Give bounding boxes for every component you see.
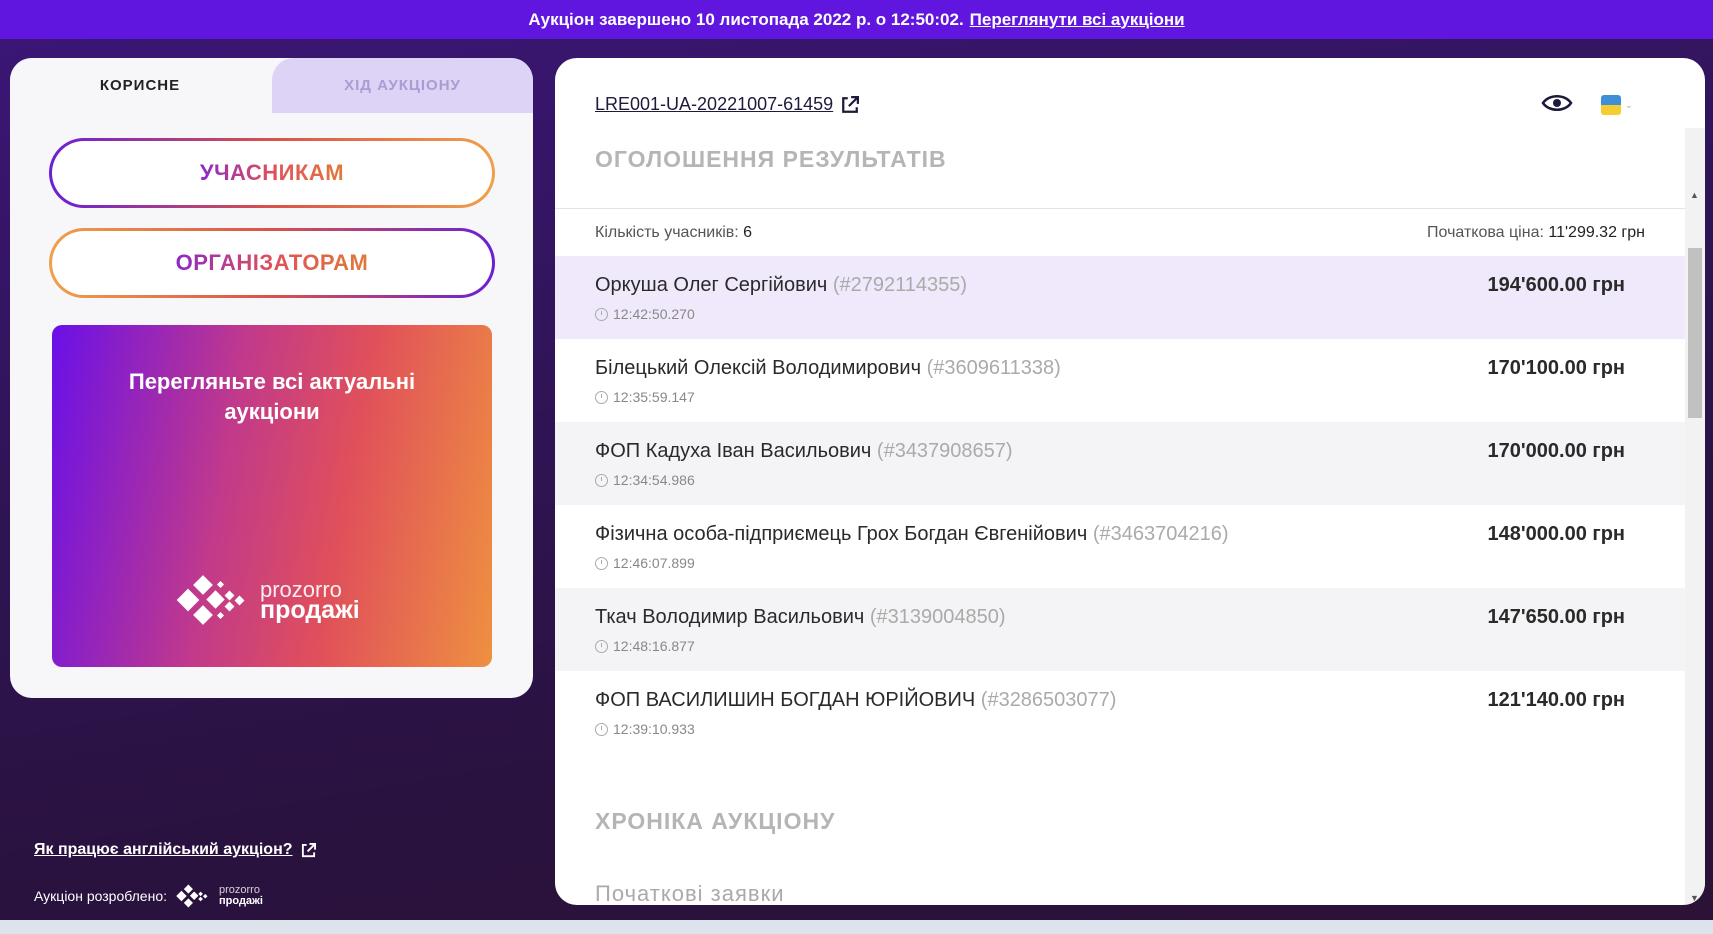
bidder-name: ФОП ВАСИЛИШИН БОГДАН ЮРІЙОВИЧ (#32865030… <box>595 689 1116 712</box>
bidder-name: Оркуша Олег Сергійович (#2792114355) <box>595 274 967 297</box>
scroll-thumb[interactable] <box>1688 248 1702 418</box>
bid-row: Білецький Олексій Володимирович (#360961… <box>555 339 1685 422</box>
lot-id: LRE001-UA-20221007-61459 <box>595 94 834 114</box>
external-link-icon <box>301 842 316 857</box>
bidder-name: Ткач Володимир Васильович (#3139004850) <box>595 606 1006 629</box>
bidder-name-text: Фізична особа-підприємець Грох Богдан Єв… <box>595 523 1088 545</box>
useful-panel: ХІД АУКЦІОНУ КОРИСНЕ УЧАСНИКАМ ОРГАНІЗАТ… <box>10 58 533 698</box>
bid-row: Ткач Володимир Васильович (#3139004850) … <box>555 588 1685 671</box>
initial-bids-title: Початкові заявки <box>595 881 785 905</box>
bid-time: 12:35:59.147 <box>595 389 695 405</box>
prozorro-small-icon <box>176 884 208 908</box>
prozorro-diamonds-icon <box>176 575 245 625</box>
banner-text: Аукціон завершено 10 листопада 2022 р. о… <box>528 9 964 29</box>
bid-amount: 194'600.00 грн <box>1487 274 1625 296</box>
tab-auction-progress[interactable]: ХІД АУКЦІОНУ <box>272 58 533 113</box>
clock-icon <box>595 307 608 321</box>
participants-count: Кількість учасників: 6 <box>595 224 752 242</box>
organizers-button[interactable]: ОРГАНІЗАТОРАМ <box>49 228 495 298</box>
tab-useful[interactable]: КОРИСНЕ <box>10 58 270 113</box>
bid-time-text: 12:35:59.147 <box>613 389 695 405</box>
participants-label: Кількість учасників: <box>595 224 739 241</box>
clock-icon <box>595 639 608 653</box>
english-auction-help-link[interactable]: Як працює англійський аукціон? <box>34 841 316 859</box>
logo-word-1: prozorro <box>260 577 342 602</box>
scroll-up-icon[interactable]: ▲ <box>1690 190 1699 200</box>
ukraine-flag-icon <box>1601 95 1621 115</box>
clock-icon <box>595 390 608 404</box>
panel-tabs: ХІД АУКЦІОНУ КОРИСНЕ <box>10 58 533 113</box>
results-panel: LRE001-UA-20221007-61459 ⌄ ОГОЛОШЕННЯ РЕ… <box>555 58 1705 905</box>
bidder-id: (#3437908657) <box>876 440 1013 462</box>
clock-icon <box>595 722 608 736</box>
developed-by: Аукціон розроблено: prozorro продажі <box>34 883 263 909</box>
bidder-id: (#3609611338) <box>926 357 1061 379</box>
developed-by-label: Аукціон розроблено: <box>34 888 167 904</box>
bid-time-text: 12:48:16.877 <box>613 638 695 654</box>
bid-row: Оркуша Олег Сергійович (#2792114355) 12:… <box>555 256 1685 339</box>
language-selector[interactable]: ⌄ <box>1601 95 1633 115</box>
participants-button[interactable]: УЧАСНИКАМ <box>49 138 495 208</box>
bidder-name-text: Оркуша Олег Сергійович <box>595 274 828 296</box>
chronicle-title: ХРОНІКА АУКЦІОНУ <box>595 808 836 834</box>
bidder-id: (#3286503077) <box>980 689 1117 711</box>
auction-finished-banner: Аукціон завершено 10 листопада 2022 р. о… <box>0 0 1713 39</box>
bid-time: 12:46:07.899 <box>595 555 695 571</box>
all-auctions-promo[interactable]: Перегляньте всі актуальні аукціони prozo… <box>52 325 492 667</box>
bid-time: 12:34:54.986 <box>595 472 695 488</box>
participants-value: 6 <box>743 224 753 241</box>
clock-icon <box>595 556 608 570</box>
participants-button-label: УЧАСНИКАМ <box>199 160 345 185</box>
lot-id-link[interactable]: LRE001-UA-20221007-61459 <box>595 94 860 115</box>
bid-amount: 170'000.00 грн <box>1487 440 1625 462</box>
external-link-icon <box>842 95 860 113</box>
bid-amount: 148'000.00 грн <box>1487 523 1625 545</box>
logo-word-2: продажі <box>260 596 360 624</box>
start-price: Початкова ціна: 11'299.32 грн <box>1427 224 1645 242</box>
bidder-id: (#3139004850) <box>869 606 1006 628</box>
bidder-name-text: Ткач Володимир Васильович <box>595 606 865 628</box>
bidder-name: ФОП Кадуха Іван Васильович (#3437908657) <box>595 440 1013 463</box>
chevron-down-icon: ⌄ <box>1624 99 1633 111</box>
bid-time: 12:39:10.933 <box>595 721 695 737</box>
scroll-down-icon[interactable]: ▼ <box>1690 893 1699 903</box>
bid-time: 12:42:50.270 <box>595 306 695 322</box>
small-logo-word-1: prozorro <box>219 884 260 896</box>
bids-list: Оркуша Олег Сергійович (#2792114355) 12:… <box>555 256 1685 754</box>
bidder-name-text: ФОП ВАСИЛИШИН БОГДАН ЮРІЙОВИЧ <box>595 689 976 711</box>
start-price-label: Початкова ціна: <box>1427 224 1544 241</box>
bid-time-text: 12:42:50.270 <box>613 306 695 322</box>
bidder-name: Білецький Олексій Володимирович (#360961… <box>595 357 1061 380</box>
scrollbar[interactable]: ▲ ▼ <box>1685 128 1705 905</box>
bidder-name-text: ФОП Кадуха Іван Васильович <box>595 440 872 462</box>
prozorro-logo: prozorro продажі <box>174 570 374 630</box>
bid-time: 12:48:16.877 <box>595 638 695 654</box>
bidder-id: (#2792114355) <box>832 274 968 296</box>
bidder-id: (#3463704216) <box>1092 523 1229 545</box>
start-price-value: 11'299.32 грн <box>1548 224 1645 241</box>
bidder-name-text: Білецький Олексій Володимирович <box>595 357 921 379</box>
bid-amount: 170'100.00 грн <box>1487 357 1625 379</box>
promo-text: Перегляньте всі актуальні аукціони <box>128 369 416 424</box>
organizers-button-label: ОРГАНІЗАТОРАМ <box>175 250 369 275</box>
bid-row: ФОП Кадуха Іван Васильович (#3437908657)… <box>555 422 1685 505</box>
bid-row: Фізична особа-підприємець Грох Богдан Єв… <box>555 505 1685 588</box>
results-title: ОГОЛОШЕННЯ РЕЗУЛЬТАТІВ <box>595 146 947 172</box>
bid-time-text: 12:46:07.899 <box>613 555 695 571</box>
bid-row: ФОП ВАСИЛИШИН БОГДАН ЮРІЙОВИЧ (#32865030… <box>555 671 1685 754</box>
help-link-label: Як працює англійський аукціон? <box>34 841 293 858</box>
bid-time-text: 12:34:54.986 <box>613 472 695 488</box>
view-all-auctions-link[interactable]: Переглянути всі аукціони <box>970 10 1185 30</box>
small-logo-word-2: продажі <box>219 895 263 907</box>
bidder-name: Фізична особа-підприємець Грох Богдан Єв… <box>595 523 1229 546</box>
bid-amount: 147'650.00 грн <box>1487 606 1625 628</box>
bid-time-text: 12:39:10.933 <box>613 721 695 737</box>
bid-amount: 121'140.00 грн <box>1487 689 1625 711</box>
divider <box>555 208 1685 209</box>
clock-icon <box>595 473 608 487</box>
eye-icon[interactable] <box>1541 92 1573 114</box>
taskbar-strip <box>0 920 1713 934</box>
